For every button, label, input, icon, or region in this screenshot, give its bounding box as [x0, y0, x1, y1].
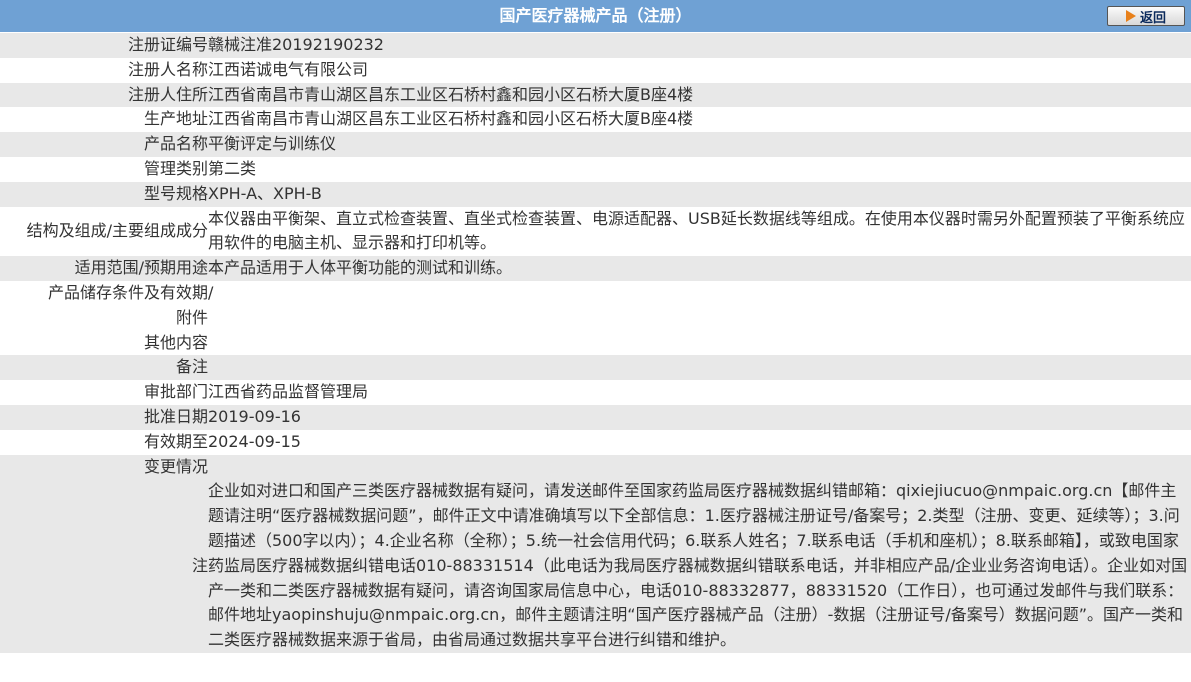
- row-other: 其他内容: [0, 330, 1191, 356]
- field-label: 结构及组成/主要组成成分: [0, 206, 208, 257]
- page-header: 国产医疗器械产品（注册） 返回: [0, 0, 1191, 33]
- detail-table: 注册证编号 赣械注准20192190232 注册人名称 江西诺诚电气有限公司 注…: [0, 33, 1191, 653]
- field-value: 赣械注准20192190232: [208, 33, 1191, 58]
- note-text: 企业如对进口和国产三类医疗器械数据有疑问，请发送邮件至国家药监局医疗器械数据纠错…: [208, 479, 1191, 653]
- field-label: 备注: [0, 355, 208, 381]
- row-registrant: 注册人名称 江西诺诚电气有限公司: [0, 57, 1191, 83]
- field-value: [208, 305, 1191, 331]
- field-label: 批准日期: [0, 404, 208, 430]
- field-label: 其他内容: [0, 330, 208, 356]
- field-label: 注: [0, 479, 208, 653]
- field-label: 注册证编号: [0, 33, 208, 58]
- row-product-name: 产品名称 平衡评定与训练仪: [0, 132, 1191, 157]
- row-model: 型号规格 XPH-A、XPH-B: [0, 181, 1191, 207]
- field-value: /: [208, 280, 1191, 306]
- back-button[interactable]: 返回: [1107, 6, 1185, 26]
- field-value: XPH-A、XPH-B: [208, 181, 1191, 207]
- field-value: 本仪器由平衡架、直立式检查装置、直坐式检查装置、电源适配器、USB延长数据线等组…: [208, 206, 1191, 257]
- back-button-label: 返回: [1139, 10, 1166, 26]
- field-label: 附件: [0, 305, 208, 331]
- row-approval-date: 批准日期 2019-09-16: [0, 404, 1191, 430]
- field-value: 平衡评定与训练仪: [208, 132, 1191, 157]
- row-registrant-address: 注册人住所 江西省南昌市青山湖区昌东工业区石桥村鑫和园小区石桥大厦B座4楼: [0, 82, 1191, 108]
- field-value: 江西省药品监督管理局: [208, 380, 1191, 405]
- field-value: 第二类: [208, 156, 1191, 182]
- field-value: [208, 355, 1191, 381]
- field-label: 审批部门: [0, 380, 208, 405]
- row-note: 注 企业如对进口和国产三类医疗器械数据有疑问，请发送邮件至国家药监局医疗器械数据…: [0, 479, 1191, 653]
- row-reg-no: 注册证编号 赣械注准20192190232: [0, 33, 1191, 58]
- field-value: [208, 330, 1191, 356]
- field-label: 注册人名称: [0, 57, 208, 83]
- row-valid-until: 有效期至 2024-09-15: [0, 429, 1191, 455]
- row-remark: 备注: [0, 355, 1191, 381]
- field-value: 江西诺诚电气有限公司: [208, 57, 1191, 83]
- arrow-right-icon: [1125, 10, 1136, 22]
- field-label: 管理类别: [0, 156, 208, 182]
- field-label: 产品储存条件及有效期: [0, 280, 208, 306]
- field-value: 2019-09-16: [208, 404, 1191, 430]
- field-value: 江西省南昌市青山湖区昌东工业区石桥村鑫和园小区石桥大厦B座4楼: [208, 107, 1191, 133]
- row-changes: 变更情况: [0, 454, 1191, 480]
- row-approval-dept: 审批部门 江西省药品监督管理局: [0, 380, 1191, 405]
- field-label: 适用范围/预期用途: [0, 256, 208, 281]
- field-label: 变更情况: [0, 454, 208, 480]
- field-label: 型号规格: [0, 181, 208, 207]
- field-value: 本产品适用于人体平衡功能的测试和训练。: [208, 256, 1191, 281]
- row-production-address: 生产地址 江西省南昌市青山湖区昌东工业区石桥村鑫和园小区石桥大厦B座4楼: [0, 107, 1191, 133]
- row-category: 管理类别 第二类: [0, 156, 1191, 182]
- field-value: 江西省南昌市青山湖区昌东工业区石桥村鑫和园小区石桥大厦B座4楼: [208, 82, 1191, 108]
- field-label: 生产地址: [0, 107, 208, 133]
- page-title: 国产医疗器械产品（注册）: [499, 6, 692, 25]
- row-attachment: 附件: [0, 305, 1191, 331]
- field-label: 有效期至: [0, 429, 208, 455]
- row-scope: 适用范围/预期用途 本产品适用于人体平衡功能的测试和训练。: [0, 256, 1191, 281]
- row-structure: 结构及组成/主要组成成分 本仪器由平衡架、直立式检查装置、直坐式检查装置、电源适…: [0, 206, 1191, 257]
- field-value: 2024-09-15: [208, 429, 1191, 455]
- field-value: [208, 454, 1191, 480]
- field-label: 产品名称: [0, 132, 208, 157]
- field-label: 注册人住所: [0, 82, 208, 108]
- row-storage: 产品储存条件及有效期 /: [0, 280, 1191, 306]
